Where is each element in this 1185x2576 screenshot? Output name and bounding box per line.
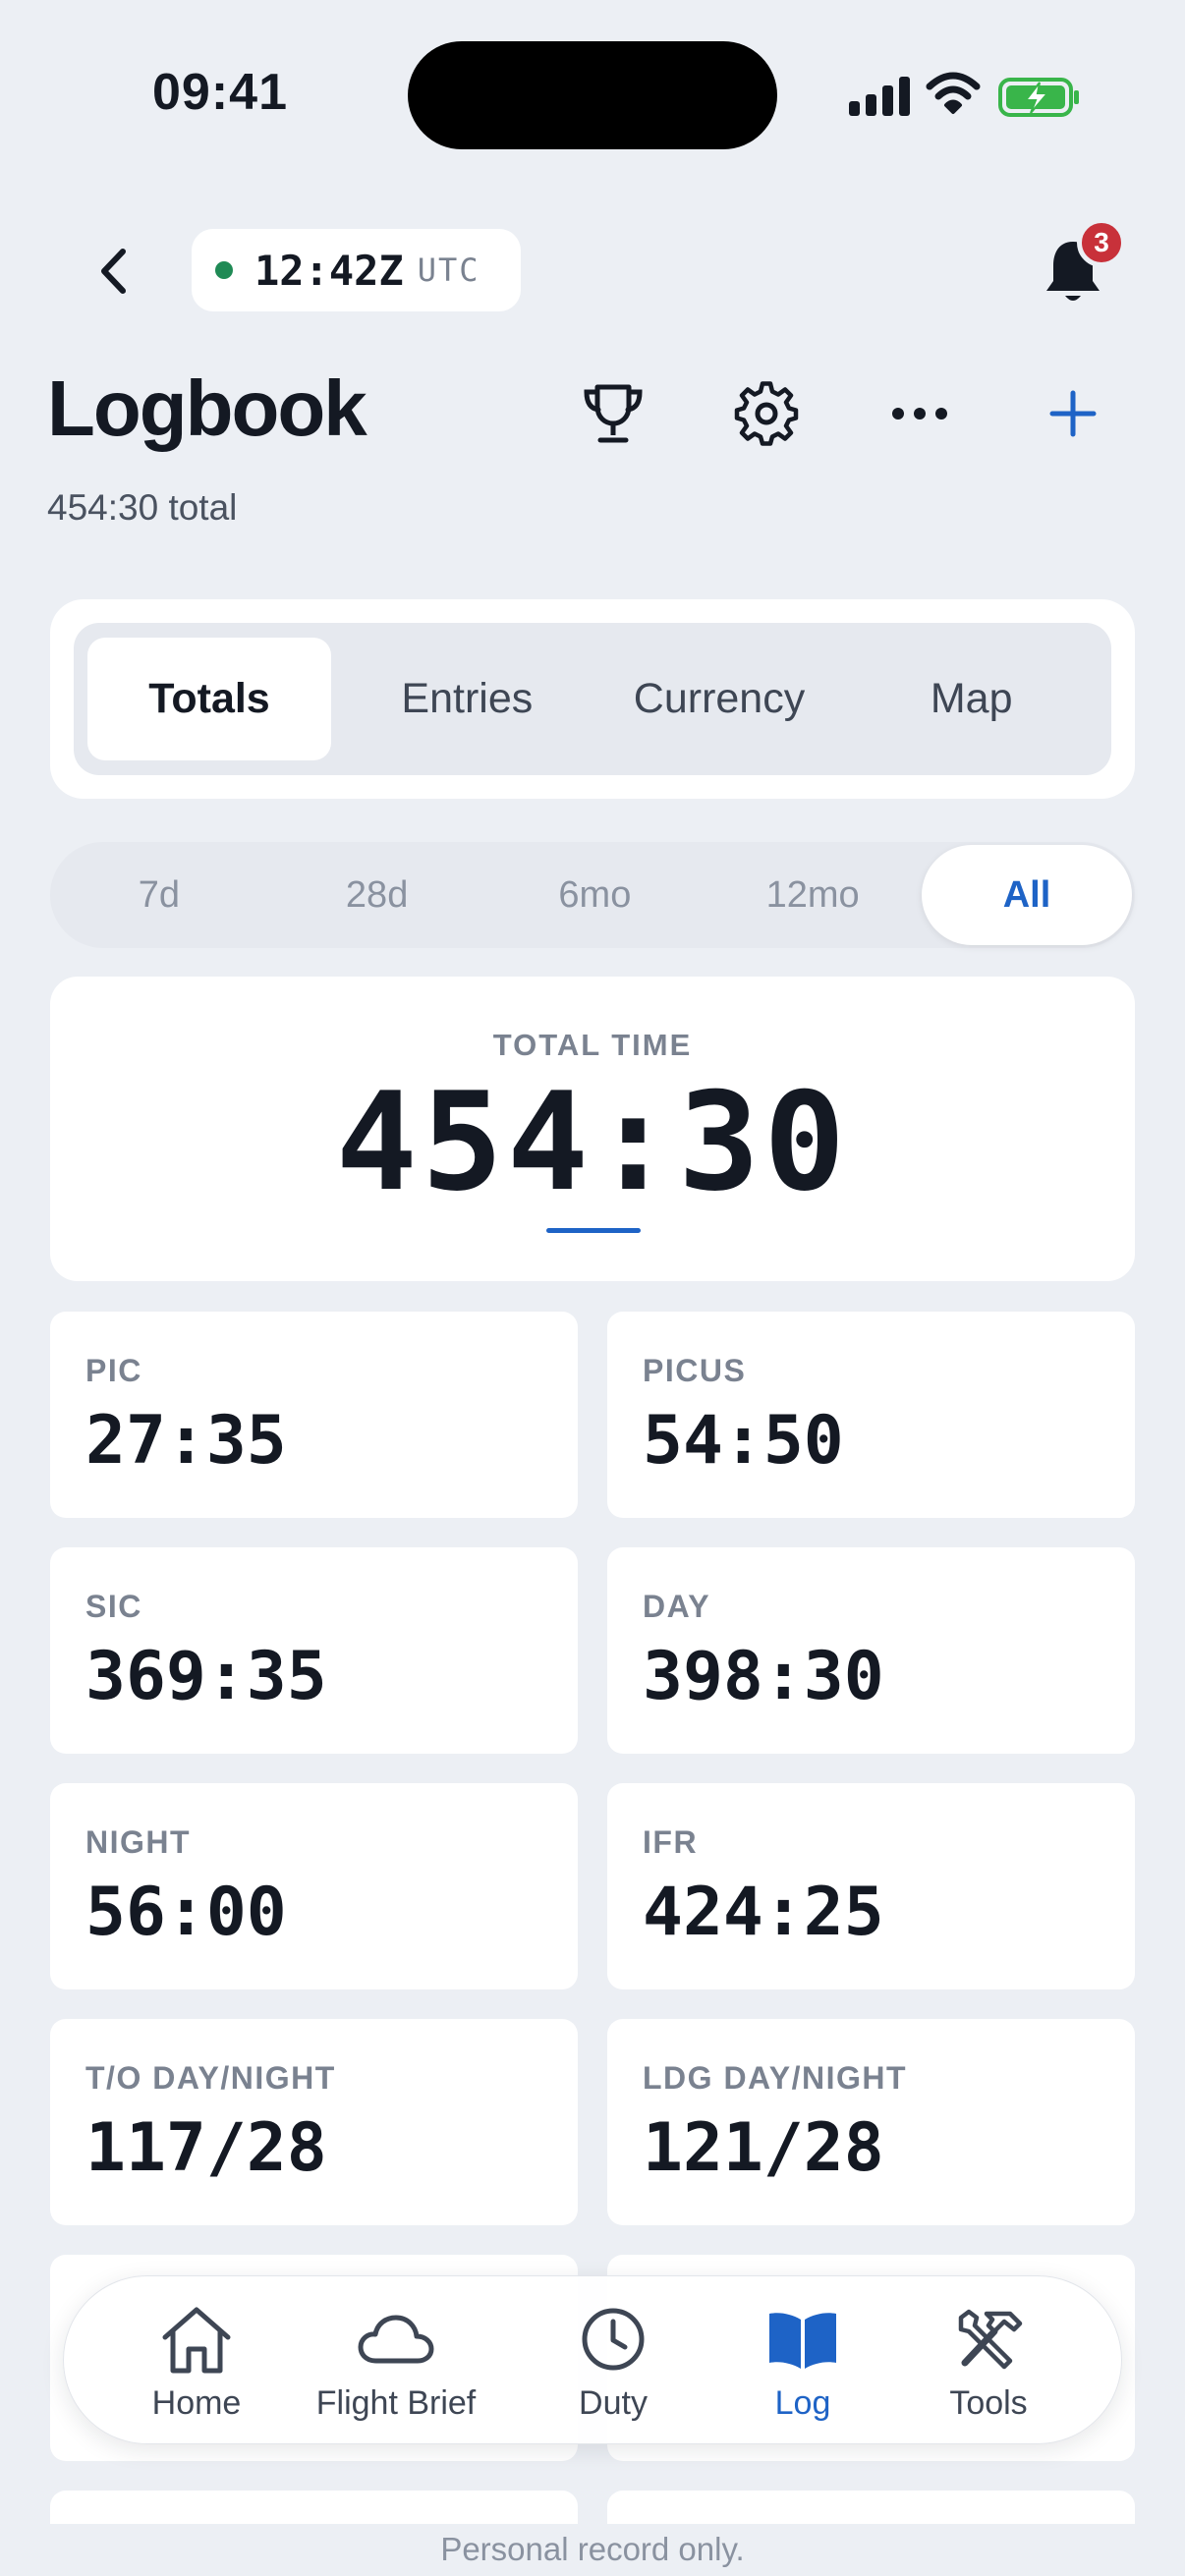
stat-card-day: DAY 398:30: [607, 1547, 1135, 1754]
view-tabs-track: Totals Entries Currency Map: [74, 623, 1111, 775]
stat-label: LDG DAY/NIGHT: [643, 2060, 907, 2096]
trophy-icon: [584, 384, 643, 443]
stat-value: 424:25: [643, 1874, 884, 1951]
tab-entries[interactable]: Entries: [341, 638, 593, 760]
tab-currency[interactable]: Currency: [593, 638, 846, 760]
range-28d[interactable]: 28d: [268, 842, 486, 948]
view-tabs: Totals Entries Currency Map: [50, 599, 1135, 799]
range-12mo[interactable]: 12mo: [704, 842, 922, 948]
range-7d[interactable]: 7d: [50, 842, 268, 948]
range-all[interactable]: All: [922, 845, 1132, 945]
stat-value: 54:50: [643, 1402, 844, 1480]
stat-label: NIGHT: [85, 1824, 192, 1860]
tabbar-home[interactable]: Home: [123, 2276, 270, 2445]
chevron-left-icon: [101, 249, 126, 294]
status-time: 09:41: [152, 64, 288, 121]
logbook-screen: 09:41 12:42Z UTC 3 Logbook 454:30 total: [0, 0, 1185, 2576]
utc-label: UTC: [417, 252, 480, 289]
stat-card-sic: SIC 369:35: [50, 1547, 578, 1754]
stat-value: 369:35: [85, 1638, 327, 1715]
bottom-tab-bar: Home Flight Brief Duty Log Tools: [63, 2275, 1122, 2444]
tabbar-label: Home: [151, 2384, 242, 2422]
cellular-signal-icon: [849, 77, 910, 116]
stat-card-hidden: [607, 2491, 1135, 2524]
utc-clock[interactable]: 12:42Z UTC: [192, 229, 521, 311]
notification-badge: 3: [1077, 218, 1126, 267]
stat-label: PICUS: [643, 1353, 747, 1388]
range-6mo[interactable]: 6mo: [486, 842, 705, 948]
stat-value: 121/28: [643, 2109, 884, 2187]
stat-label: DAY: [643, 1589, 711, 1624]
dynamic-island: [408, 41, 777, 149]
stat-card-landings: LDG DAY/NIGHT 121/28: [607, 2019, 1135, 2225]
tabbar-duty[interactable]: Duty: [539, 2276, 687, 2445]
page-title: Logbook: [47, 364, 367, 452]
tabbar-label: Log: [774, 2384, 831, 2422]
stat-label: IFR: [643, 1824, 699, 1860]
stat-card-ifr: IFR 424:25: [607, 1783, 1135, 1989]
add-entry-button[interactable]: [1038, 378, 1108, 449]
utc-time: 12:42Z: [254, 246, 404, 295]
achievements-button[interactable]: [578, 378, 649, 449]
range-selector: 7d 28d 6mo 12mo All: [50, 842, 1135, 948]
plus-icon: [1049, 390, 1097, 437]
stat-card-takeoffs: T/O DAY/NIGHT 117/28: [50, 2019, 578, 2225]
wifi-icon: [926, 72, 981, 114]
total-time-label: TOTAL TIME: [492, 1028, 693, 1062]
stat-card-night: NIGHT 56:00: [50, 1783, 578, 1989]
tabbar-label: Duty: [579, 2384, 648, 2422]
stat-value: 398:30: [643, 1638, 884, 1715]
stat-label: PIC: [85, 1353, 142, 1388]
settings-button[interactable]: [731, 378, 802, 449]
stat-card-hidden: [50, 2491, 578, 2524]
total-time-value: 454:30: [335, 1063, 850, 1221]
clock-icon: [582, 2308, 645, 2371]
more-button[interactable]: [884, 378, 955, 449]
book-icon: [769, 2313, 836, 2369]
tab-map[interactable]: Map: [845, 638, 1098, 760]
total-time-underline: [546, 1228, 641, 1233]
footer-note: Personal record only.: [440, 2531, 745, 2567]
total-time-card: TOTAL TIME 454:30: [50, 977, 1135, 1281]
stat-value: 56:00: [85, 1874, 287, 1951]
stat-card-picus: PICUS 54:50: [607, 1312, 1135, 1518]
home-icon: [162, 2307, 231, 2374]
stat-card-pic: PIC 27:35: [50, 1312, 578, 1518]
more-horizontal-icon: [892, 408, 947, 420]
tabbar-flight-brief[interactable]: Flight Brief: [315, 2276, 477, 2445]
stat-label: T/O DAY/NIGHT: [85, 2060, 336, 2096]
stat-value: 27:35: [85, 1402, 287, 1480]
tabbar-log[interactable]: Log: [729, 2276, 876, 2445]
cloud-icon: [358, 2315, 434, 2364]
battery-charging-icon: [998, 78, 1079, 117]
tab-totals[interactable]: Totals: [87, 638, 331, 760]
page-subtitle: 454:30 total: [47, 487, 238, 528]
tabbar-label: Tools: [949, 2384, 1028, 2422]
stat-value: 117/28: [85, 2109, 327, 2187]
tools-icon: [958, 2309, 1023, 2370]
back-button[interactable]: [88, 244, 138, 299]
stat-label: SIC: [85, 1589, 142, 1624]
tabbar-tools[interactable]: Tools: [915, 2276, 1062, 2445]
tabbar-label: Flight Brief: [315, 2384, 477, 2422]
live-indicator: [215, 261, 233, 279]
gear-icon: [734, 381, 799, 446]
